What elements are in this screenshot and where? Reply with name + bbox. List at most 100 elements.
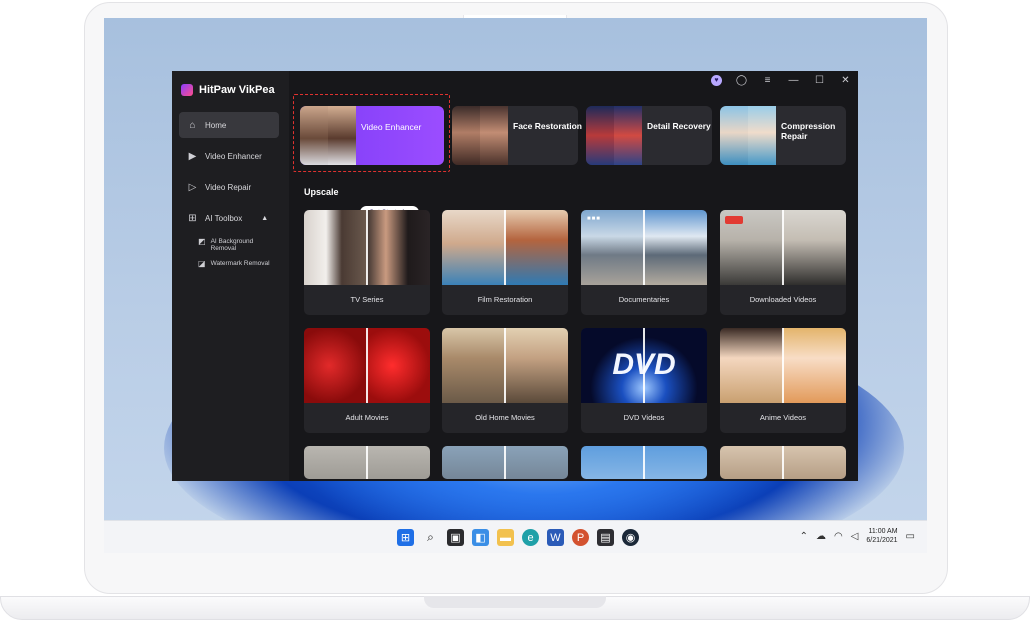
feature-thumbnail bbox=[586, 106, 642, 165]
compare-divider bbox=[782, 210, 784, 285]
sidebar: HitPaw VikPea ⌂ Home ▶ Video Enhancer ▷ … bbox=[172, 71, 289, 481]
clock-time: 11:00 AM bbox=[868, 528, 898, 535]
tile-thumbnail bbox=[304, 446, 430, 479]
compare-divider bbox=[366, 446, 368, 479]
watermark-icon: ◪ bbox=[198, 259, 206, 268]
word-icon[interactable]: W bbox=[547, 529, 564, 546]
account-icon[interactable]: ◯ bbox=[735, 75, 748, 86]
task-view-icon[interactable]: ▣ bbox=[447, 529, 464, 546]
chevron-up-icon: ▲ bbox=[261, 214, 269, 222]
feature-title: Compression Repair bbox=[781, 121, 836, 141]
sidebar-item-video-repair[interactable]: ▷ Video Repair bbox=[179, 174, 279, 200]
video-enhancer-icon: ▶ bbox=[188, 150, 197, 162]
tile-thumbnail bbox=[442, 446, 568, 479]
sidebar-subitem-label: Watermark Removal bbox=[210, 260, 270, 267]
sidebar-item-home[interactable]: ⌂ Home bbox=[179, 112, 279, 138]
clock-date: 6/21/2021 bbox=[866, 537, 898, 544]
brand: HitPaw VikPea bbox=[181, 84, 275, 96]
notification-icon[interactable]: ▭ bbox=[906, 531, 915, 542]
tile-adult-movies[interactable]: Adult Movies bbox=[304, 328, 430, 433]
tile-thumbnail bbox=[304, 328, 430, 403]
feature-title: Face Restoration bbox=[513, 121, 582, 131]
chevron-up-icon[interactable]: ⌃ bbox=[800, 531, 808, 542]
feature-card-detail-recovery[interactable]: Detail Recovery bbox=[586, 106, 712, 165]
youtube-logo-icon bbox=[725, 216, 743, 224]
compare-divider bbox=[643, 446, 645, 479]
taskbar-apps: ⊞ ⌕ ▣ ◧ ▬ e W P ▤ ◉ bbox=[397, 529, 639, 546]
edge-icon[interactable]: e bbox=[522, 529, 539, 546]
tile-label: Downloaded Videos bbox=[749, 295, 817, 304]
tile-label: Anime Videos bbox=[759, 413, 807, 422]
tile-thumbnail bbox=[442, 210, 568, 285]
tile-more[interactable] bbox=[442, 446, 568, 479]
feature-title: Video Enhancer bbox=[361, 122, 422, 132]
cart-icon[interactable]: ♥ bbox=[711, 75, 722, 86]
feature-card-video-enhancer[interactable]: Video Enhancer bbox=[300, 106, 444, 165]
tile-more[interactable] bbox=[304, 446, 430, 479]
sidebar-item-label: Video Repair bbox=[205, 182, 252, 192]
feature-card-face-restoration[interactable]: Face Restoration bbox=[452, 106, 582, 165]
feature-title: Detail Recovery bbox=[647, 121, 711, 131]
app-window: HitPaw VikPea ⌂ Home ▶ Video Enhancer ▷ … bbox=[172, 71, 858, 481]
sidebar-item-ai-toolbox[interactable]: ⊞ AI Toolbox ▲ bbox=[179, 205, 279, 231]
bbc-logo-icon: ■■■ bbox=[587, 216, 601, 222]
taskbar: ⊞ ⌕ ▣ ◧ ▬ e W P ▤ ◉ ⌃ ☁ ◠ ◁ 11:00 AM 6/2… bbox=[104, 520, 927, 553]
home-icon: ⌂ bbox=[189, 119, 196, 131]
system-tray: ⌃ ☁ ◠ ◁ 11:00 AM 6/21/2021 ▭ bbox=[800, 527, 915, 545]
compare-divider bbox=[643, 210, 645, 285]
tile-label: Film Restoration bbox=[477, 295, 533, 304]
sidebar-item-video-enhancer[interactable]: ▶ Video Enhancer bbox=[179, 143, 279, 169]
tile-label: DVD Videos bbox=[623, 413, 665, 422]
volume-icon[interactable]: ◁ bbox=[851, 531, 859, 542]
tile-label: TV Series bbox=[350, 295, 384, 304]
ai-background-icon: ◩ bbox=[198, 237, 206, 246]
tile-more[interactable] bbox=[581, 446, 707, 479]
sidebar-subitem-watermark-removal[interactable]: ◪ Watermark Removal bbox=[198, 259, 278, 268]
tile-anime-videos[interactable]: Anime Videos bbox=[720, 328, 846, 433]
search-icon[interactable]: ⌕ bbox=[422, 529, 439, 546]
steam-icon[interactable]: ◉ bbox=[622, 529, 639, 546]
sidebar-item-label: Video Enhancer bbox=[205, 151, 262, 161]
feature-card-compression-repair[interactable]: Compression Repair bbox=[720, 106, 846, 165]
sidebar-subitem-ai-background-removal[interactable]: ◩ AI Background Removal bbox=[198, 237, 278, 253]
compare-divider bbox=[782, 446, 784, 479]
close-icon[interactable]: ✕ bbox=[839, 75, 852, 86]
tile-film-restoration[interactable]: Film Restoration bbox=[442, 210, 568, 315]
tile-label: Adult Movies bbox=[345, 413, 389, 422]
feature-thumbnail bbox=[452, 106, 508, 165]
sidebar-item-label: AI Toolbox bbox=[205, 213, 243, 223]
tile-more[interactable] bbox=[720, 446, 846, 479]
tile-downloaded-videos[interactable]: Downloaded Videos bbox=[720, 210, 846, 315]
maximize-icon[interactable]: ☐ bbox=[813, 75, 826, 86]
windows-start-icon[interactable]: ⊞ bbox=[397, 529, 414, 546]
app-logo-icon bbox=[181, 84, 193, 96]
tile-thumbnail bbox=[581, 446, 707, 479]
sidebar-item-label: Home bbox=[205, 120, 227, 130]
toolbox-icon: ⊞ bbox=[188, 212, 197, 224]
cloud-icon[interactable]: ☁ bbox=[816, 531, 826, 542]
compare-divider bbox=[366, 328, 368, 403]
store-icon[interactable]: ▤ bbox=[597, 529, 614, 546]
tile-tv-series[interactable]: TV Series bbox=[304, 210, 430, 315]
tile-dvd-videos[interactable]: DVD DVD Videos bbox=[581, 328, 707, 433]
app-name: HitPaw VikPea bbox=[199, 84, 275, 96]
wifi-icon[interactable]: ◠ bbox=[834, 531, 843, 542]
tile-documentaries[interactable]: ■■■ Documentaries bbox=[581, 210, 707, 315]
widgets-icon[interactable]: ◧ bbox=[472, 529, 489, 546]
compare-divider bbox=[504, 210, 506, 285]
compare-divider bbox=[504, 328, 506, 403]
minimize-icon[interactable]: — bbox=[787, 75, 800, 86]
feature-thumbnail bbox=[720, 106, 776, 165]
powerpoint-icon[interactable]: P bbox=[572, 529, 589, 546]
tile-thumbnail: ■■■ bbox=[581, 210, 707, 285]
tile-thumbnail bbox=[720, 210, 846, 285]
tile-label: Old Home Movies bbox=[475, 413, 535, 422]
tile-old-home-movies[interactable]: Old Home Movies bbox=[442, 328, 568, 433]
clock[interactable]: 11:00 AM 6/21/2021 bbox=[866, 527, 897, 545]
sidebar-subitem-label: AI Background Removal bbox=[210, 238, 254, 252]
menu-icon[interactable]: ≡ bbox=[761, 75, 774, 86]
file-explorer-icon[interactable]: ▬ bbox=[497, 529, 514, 546]
tile-thumbnail bbox=[720, 446, 846, 479]
window-controls: ♥ ◯ ≡ — ☐ ✕ bbox=[711, 75, 852, 86]
tile-thumbnail bbox=[304, 210, 430, 285]
